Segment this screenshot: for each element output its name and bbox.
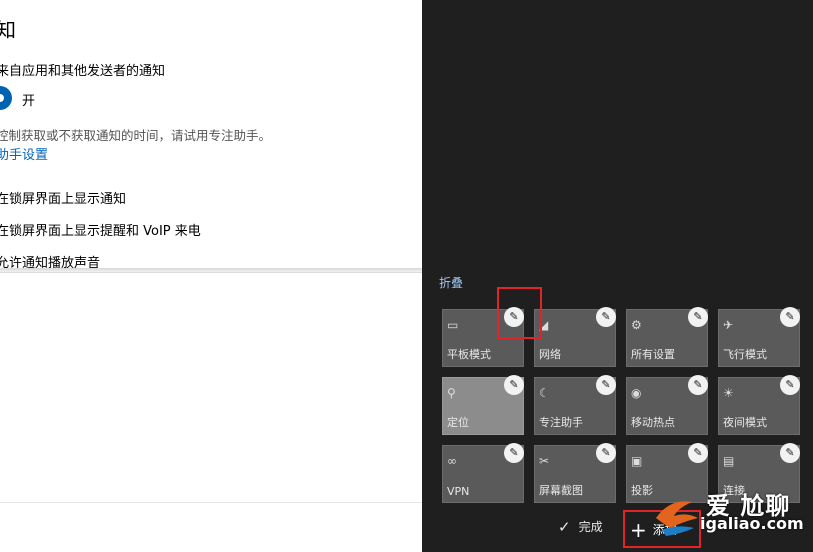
watermark: 爱 尬聊 igaliao.com [648,484,808,544]
vpn-icon: ∞ [447,454,457,468]
toggle-state-label: 开 [22,94,36,109]
tile-label: 移动热点 [631,416,675,429]
moon-icon: ☾ [539,386,550,400]
collapse-link[interactable]: 折叠 [439,274,463,291]
action-center-panel: 折叠 ▭ 平板模式 ◢ 网络 ⚙ 所有设置 ✈ 飞行模式 ⚲ 定位 ☾ 专注助手… [422,0,813,552]
done-label: 完成 [578,520,603,534]
lock-screen-voip-checkbox-label[interactable]: 在锁屏界面上显示提醒和 VoIP 来电 [0,220,201,239]
tile-label: 所有设置 [631,348,675,361]
notifications-toggle[interactable] [0,86,12,110]
tablet-mode-icon: ▭ [447,318,459,332]
notify-from-apps-label: 来自应用和其他发送者的通知 [0,64,166,79]
notifications-settings-window: 知 来自应用和其他发送者的通知 开 控制获取或不获取通知的时间，请试用专注助手。… [0,0,422,552]
tile-label: 网络 [539,348,561,361]
settings-lower-area [0,272,422,552]
tile-label: VPN [447,485,470,498]
unpin-icon[interactable]: ✎ [504,443,524,463]
tile-label: 专注助手 [539,416,583,429]
hotspot-icon: ◉ [631,386,642,400]
screen-snip-icon: ✂ [539,454,550,468]
tile-label: 平板模式 [447,348,491,361]
airplane-icon: ✈ [723,318,734,332]
focus-assist-settings-link[interactable]: 助手设置 [0,144,48,163]
tile-label: 屏幕截图 [539,484,583,497]
unpin-icon[interactable]: ✎ [688,443,708,463]
unpin-icon[interactable]: ✎ [780,307,800,327]
highlight-unpin-box [497,287,542,339]
location-icon: ⚲ [447,386,456,400]
unpin-icon[interactable]: ✎ [688,307,708,327]
page-title: 知 [0,18,16,42]
focus-assist-hint: 控制获取或不获取通知的时间，请试用专注助手。 [0,128,272,143]
unpin-icon[interactable]: ✎ [596,307,616,327]
lock-screen-notify-checkbox-label[interactable]: 在锁屏界面上显示通知 [0,188,126,207]
brightness-icon: ☀ [723,386,734,400]
done-button[interactable]: ✓ 完成 [558,518,603,536]
watermark-logo-icon [656,501,698,536]
connect-icon: ▤ [723,454,735,468]
unpin-icon[interactable]: ✎ [596,375,616,395]
checkmark-icon: ✓ [558,518,571,536]
tile-label: 夜间模式 [723,416,767,429]
divider [0,502,422,503]
unpin-icon[interactable]: ✎ [504,375,524,395]
tile-label: 定位 [447,416,469,429]
unpin-icon[interactable]: ✎ [780,443,800,463]
unpin-icon[interactable]: ✎ [780,375,800,395]
watermark-url: igaliao.com [700,514,804,533]
project-icon: ▣ [631,454,643,468]
unpin-icon[interactable]: ✎ [596,443,616,463]
gear-icon: ⚙ [631,318,642,332]
tile-label: 飞行模式 [723,348,767,361]
unpin-icon[interactable]: ✎ [688,375,708,395]
